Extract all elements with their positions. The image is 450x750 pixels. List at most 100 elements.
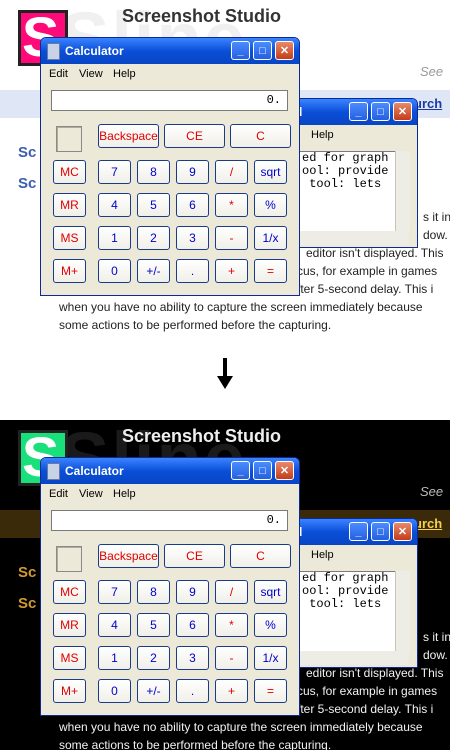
key-1-button[interactable]: 1 — [98, 226, 131, 250]
subtract-button[interactable]: - — [215, 226, 248, 250]
add-button[interactable]: + — [215, 679, 248, 703]
backspace-button[interactable]: Backspace — [98, 124, 159, 148]
notepad-titlebar[interactable]: d _ □ ✕ — [291, 99, 417, 125]
menu-help[interactable]: Help — [311, 129, 334, 141]
paragraph-line: dow. — [423, 648, 448, 662]
down-arrow-icon — [217, 358, 233, 389]
key-7-button[interactable]: 7 — [98, 160, 131, 184]
mc-button[interactable]: MC — [53, 160, 86, 184]
maximize-icon[interactable]: □ — [253, 461, 272, 480]
key-1-button[interactable]: 1 — [98, 646, 131, 670]
side-link-2[interactable]: Sc — [18, 595, 36, 612]
notepad-window[interactable]: d _ □ ✕ Help ed for graphool: provide to… — [290, 518, 418, 668]
key-0-button[interactable]: 0 — [98, 259, 131, 283]
equals-button[interactable]: = — [254, 259, 287, 283]
key-2-button[interactable]: 2 — [137, 646, 170, 670]
backspace-button[interactable]: Backspace — [98, 544, 159, 568]
multiply-button[interactable]: * — [215, 613, 248, 637]
divide-button[interactable]: / — [215, 160, 248, 184]
notepad-text-area[interactable]: ed for graph ool: provide tool: lets — [299, 571, 399, 653]
key-6-button[interactable]: 6 — [176, 613, 209, 637]
side-link-1[interactable]: Sc — [18, 564, 36, 581]
minimize-icon[interactable]: _ — [231, 461, 250, 480]
calculator-titlebar[interactable]: Calculator _ □ ✕ — [41, 38, 299, 64]
paragraph-line: s it in — [423, 210, 450, 224]
key-9-button[interactable]: 9 — [176, 580, 209, 604]
reciprocal-button[interactable]: 1/x — [254, 646, 287, 670]
maximize-icon[interactable]: □ — [371, 522, 390, 541]
nav-link-purchase[interactable]: urch — [414, 96, 442, 111]
sqrt-button[interactable]: sqrt — [254, 580, 287, 604]
mr-button[interactable]: MR — [53, 613, 86, 637]
mplus-button[interactable]: M+ — [53, 259, 86, 283]
sign-button[interactable]: +/- — [137, 679, 170, 703]
clear-entry-button[interactable]: CE — [164, 544, 225, 568]
add-button[interactable]: + — [215, 259, 248, 283]
notepad-text-area[interactable]: ed for graph ool: provide tool: lets — [299, 151, 399, 233]
mc-button[interactable]: MC — [53, 580, 86, 604]
minimize-icon[interactable]: _ — [231, 41, 250, 60]
key-5-button[interactable]: 5 — [137, 613, 170, 637]
ms-button[interactable]: MS — [53, 226, 86, 250]
percent-button[interactable]: % — [254, 193, 287, 217]
maximize-icon[interactable]: □ — [371, 102, 390, 121]
decimal-button[interactable]: . — [176, 259, 209, 283]
clear-button[interactable]: C — [230, 124, 291, 148]
paragraph-line: s it in — [423, 630, 450, 644]
menu-edit[interactable]: Edit — [49, 488, 68, 500]
key-8-button[interactable]: 8 — [137, 580, 170, 604]
site-brand: Screenshot Studio — [122, 6, 282, 26]
horizontal-scrollbar[interactable] — [299, 231, 409, 245]
calculator-titlebar[interactable]: Calculator _ □ ✕ — [41, 458, 299, 484]
clear-button[interactable]: C — [230, 544, 291, 568]
calculator-window[interactable]: Calculator _ □ ✕ Edit View Help 0. Backs… — [40, 457, 300, 716]
equals-button[interactable]: = — [254, 679, 287, 703]
vertical-scrollbar[interactable] — [395, 571, 410, 651]
side-link-2[interactable]: Sc — [18, 175, 36, 192]
ms-button[interactable]: MS — [53, 646, 86, 670]
key-7-button[interactable]: 7 — [98, 580, 131, 604]
calculator-window[interactable]: Calculator _ □ ✕ Edit View Help 0. Backs… — [40, 37, 300, 296]
menu-help[interactable]: Help — [311, 549, 334, 561]
minimize-icon[interactable]: _ — [349, 522, 368, 541]
site-tagline: See — [420, 484, 444, 499]
multiply-button[interactable]: * — [215, 193, 248, 217]
close-icon[interactable]: ✕ — [393, 522, 412, 541]
key-8-button[interactable]: 8 — [137, 160, 170, 184]
subtract-button[interactable]: - — [215, 646, 248, 670]
minimize-icon[interactable]: _ — [349, 102, 368, 121]
mr-button[interactable]: MR — [53, 193, 86, 217]
key-4-button[interactable]: 4 — [98, 613, 131, 637]
menu-help[interactable]: Help — [113, 68, 136, 80]
menu-help[interactable]: Help — [113, 488, 136, 500]
key-2-button[interactable]: 2 — [137, 226, 170, 250]
sqrt-button[interactable]: sqrt — [254, 160, 287, 184]
clear-entry-button[interactable]: CE — [164, 124, 225, 148]
sign-button[interactable]: +/- — [137, 259, 170, 283]
close-icon[interactable]: ✕ — [393, 102, 412, 121]
menu-edit[interactable]: Edit — [49, 68, 68, 80]
key-4-button[interactable]: 4 — [98, 193, 131, 217]
notepad-window[interactable]: d _ □ ✕ Help ed for graphool: provide to… — [290, 98, 418, 248]
key-0-button[interactable]: 0 — [98, 679, 131, 703]
side-link-1[interactable]: Sc — [18, 144, 36, 161]
decimal-button[interactable]: . — [176, 679, 209, 703]
key-6-button[interactable]: 6 — [176, 193, 209, 217]
key-3-button[interactable]: 3 — [176, 226, 209, 250]
vertical-scrollbar[interactable] — [395, 151, 410, 231]
horizontal-scrollbar[interactable] — [299, 651, 409, 665]
menu-view[interactable]: View — [79, 488, 103, 500]
close-icon[interactable]: ✕ — [275, 41, 294, 60]
notepad-titlebar[interactable]: d _ □ ✕ — [291, 519, 417, 545]
nav-link-purchase[interactable]: urch — [414, 516, 442, 531]
reciprocal-button[interactable]: 1/x — [254, 226, 287, 250]
percent-button[interactable]: % — [254, 613, 287, 637]
mplus-button[interactable]: M+ — [53, 679, 86, 703]
divide-button[interactable]: / — [215, 580, 248, 604]
key-5-button[interactable]: 5 — [137, 193, 170, 217]
maximize-icon[interactable]: □ — [253, 41, 272, 60]
key-3-button[interactable]: 3 — [176, 646, 209, 670]
menu-view[interactable]: View — [79, 68, 103, 80]
close-icon[interactable]: ✕ — [275, 461, 294, 480]
key-9-button[interactable]: 9 — [176, 160, 209, 184]
